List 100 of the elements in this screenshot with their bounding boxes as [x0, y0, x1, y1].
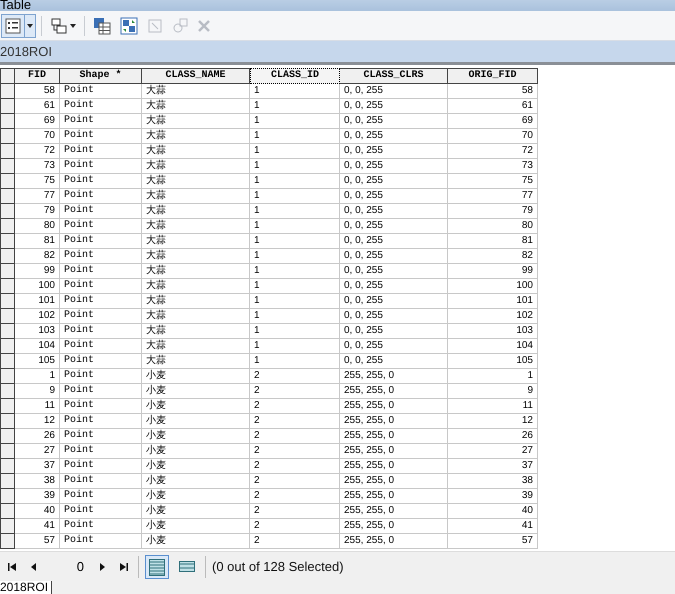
table-cell: 大蒜: [142, 129, 250, 144]
table-cell: 57: [15, 534, 60, 549]
table-cell: 40: [15, 504, 60, 519]
table-cell: 2: [250, 459, 340, 474]
row-selector[interactable]: [0, 399, 15, 414]
row-selector[interactable]: [0, 264, 15, 279]
table-cell: 1: [250, 279, 340, 294]
row-selector[interactable]: [0, 159, 15, 174]
column-header[interactable]: FID: [15, 68, 60, 84]
table-cell: 大蒜: [142, 219, 250, 234]
table-cell: 1: [250, 84, 340, 99]
table-cell: 79: [448, 204, 538, 219]
row-selector[interactable]: [0, 189, 15, 204]
table-cell: Point: [60, 129, 142, 144]
row-selector[interactable]: [0, 339, 15, 354]
table-cell: 0, 0, 255: [340, 339, 448, 354]
table-cell: 73: [15, 159, 60, 174]
table-cell: 2: [250, 489, 340, 504]
row-selector[interactable]: [0, 384, 15, 399]
row-selector[interactable]: [0, 459, 15, 474]
row-selector[interactable]: [0, 369, 15, 384]
column-header[interactable]: ORIG_FID: [448, 68, 538, 84]
table-cell: 101: [448, 294, 538, 309]
table-cell: 39: [15, 489, 60, 504]
column-header[interactable]: Shape *: [60, 68, 142, 84]
table-cell: 100: [448, 279, 538, 294]
column-header[interactable]: CLASS_NAME: [142, 68, 250, 84]
first-icon: [7, 562, 17, 572]
table-options-button[interactable]: [1, 14, 36, 38]
table-cell: 70: [448, 129, 538, 144]
row-selector[interactable]: [0, 234, 15, 249]
row-selector[interactable]: [0, 279, 15, 294]
row-selector[interactable]: [0, 99, 15, 114]
row-selector[interactable]: [0, 414, 15, 429]
table-cell: 255, 255, 0: [340, 384, 448, 399]
table-cell: 小麦: [142, 534, 250, 549]
row-selector[interactable]: [0, 144, 15, 159]
table-cell: 255, 255, 0: [340, 399, 448, 414]
layer-title: 2018ROI: [0, 42, 52, 61]
row-selector[interactable]: [0, 114, 15, 129]
record-number-field[interactable]: 0: [48, 556, 88, 576]
row-selector[interactable]: [0, 309, 15, 324]
column-header[interactable]: CLASS_CLRS: [340, 68, 448, 84]
table-cell: 1: [250, 114, 340, 129]
row-selector[interactable]: [0, 534, 15, 549]
table-cell: 1: [250, 309, 340, 324]
table-cell: 12: [15, 414, 60, 429]
row-selector[interactable]: [0, 444, 15, 459]
table-cell: Point: [60, 414, 142, 429]
table-cell: 255, 255, 0: [340, 534, 448, 549]
table-cell: 80: [15, 219, 60, 234]
table-cell: 小麦: [142, 369, 250, 384]
table-cell: 1: [250, 219, 340, 234]
table-cell: 103: [448, 324, 538, 339]
table-cell: Point: [60, 534, 142, 549]
row-selector[interactable]: [0, 219, 15, 234]
row-selector[interactable]: [0, 354, 15, 369]
table-cell: 80: [448, 219, 538, 234]
row-selector[interactable]: [0, 474, 15, 489]
row-selector[interactable]: [0, 324, 15, 339]
table-cell: 大蒜: [142, 309, 250, 324]
row-selector[interactable]: [0, 84, 15, 99]
table-cell: 0, 0, 255: [340, 84, 448, 99]
table-cell: 小麦: [142, 414, 250, 429]
row-selector[interactable]: [0, 504, 15, 519]
caret-icon: [27, 24, 33, 28]
table-cell: 小麦: [142, 444, 250, 459]
table-cell: 1: [250, 264, 340, 279]
table-cell: 40: [448, 504, 538, 519]
table-cell: 大蒜: [142, 264, 250, 279]
table-tab[interactable]: 2018ROI: [0, 581, 52, 594]
row-selector[interactable]: [0, 129, 15, 144]
table-cell: 104: [15, 339, 60, 354]
table-cell: 1: [250, 144, 340, 159]
table-cell: 0, 0, 255: [340, 234, 448, 249]
table-cell: 0, 0, 255: [340, 354, 448, 369]
table-cell: 1: [250, 249, 340, 264]
row-selector[interactable]: [0, 519, 15, 534]
table-cell: 69: [15, 114, 60, 129]
table-cell: 77: [448, 189, 538, 204]
table-cell: 0, 0, 255: [340, 174, 448, 189]
column-header[interactable]: CLASS_ID: [250, 68, 340, 84]
clear-selection-icon: [147, 18, 163, 34]
table-cell: 105: [15, 354, 60, 369]
table-cell: 82: [448, 249, 538, 264]
table-cell: Point: [60, 204, 142, 219]
table-cell: 大蒜: [142, 114, 250, 129]
row-selector[interactable]: [0, 249, 15, 264]
show-all-records-button[interactable]: [145, 554, 169, 578]
row-selector[interactable]: [0, 174, 15, 189]
row-selector[interactable]: [0, 489, 15, 504]
table-cell: 69: [448, 114, 538, 129]
table-cell: Point: [60, 369, 142, 384]
table-cell: 0, 0, 255: [340, 129, 448, 144]
table-cell: Point: [60, 489, 142, 504]
table-cell: 26: [448, 429, 538, 444]
row-selector[interactable]: [0, 294, 15, 309]
row-selector[interactable]: [0, 429, 15, 444]
table-cell: Point: [60, 84, 142, 99]
row-selector[interactable]: [0, 204, 15, 219]
